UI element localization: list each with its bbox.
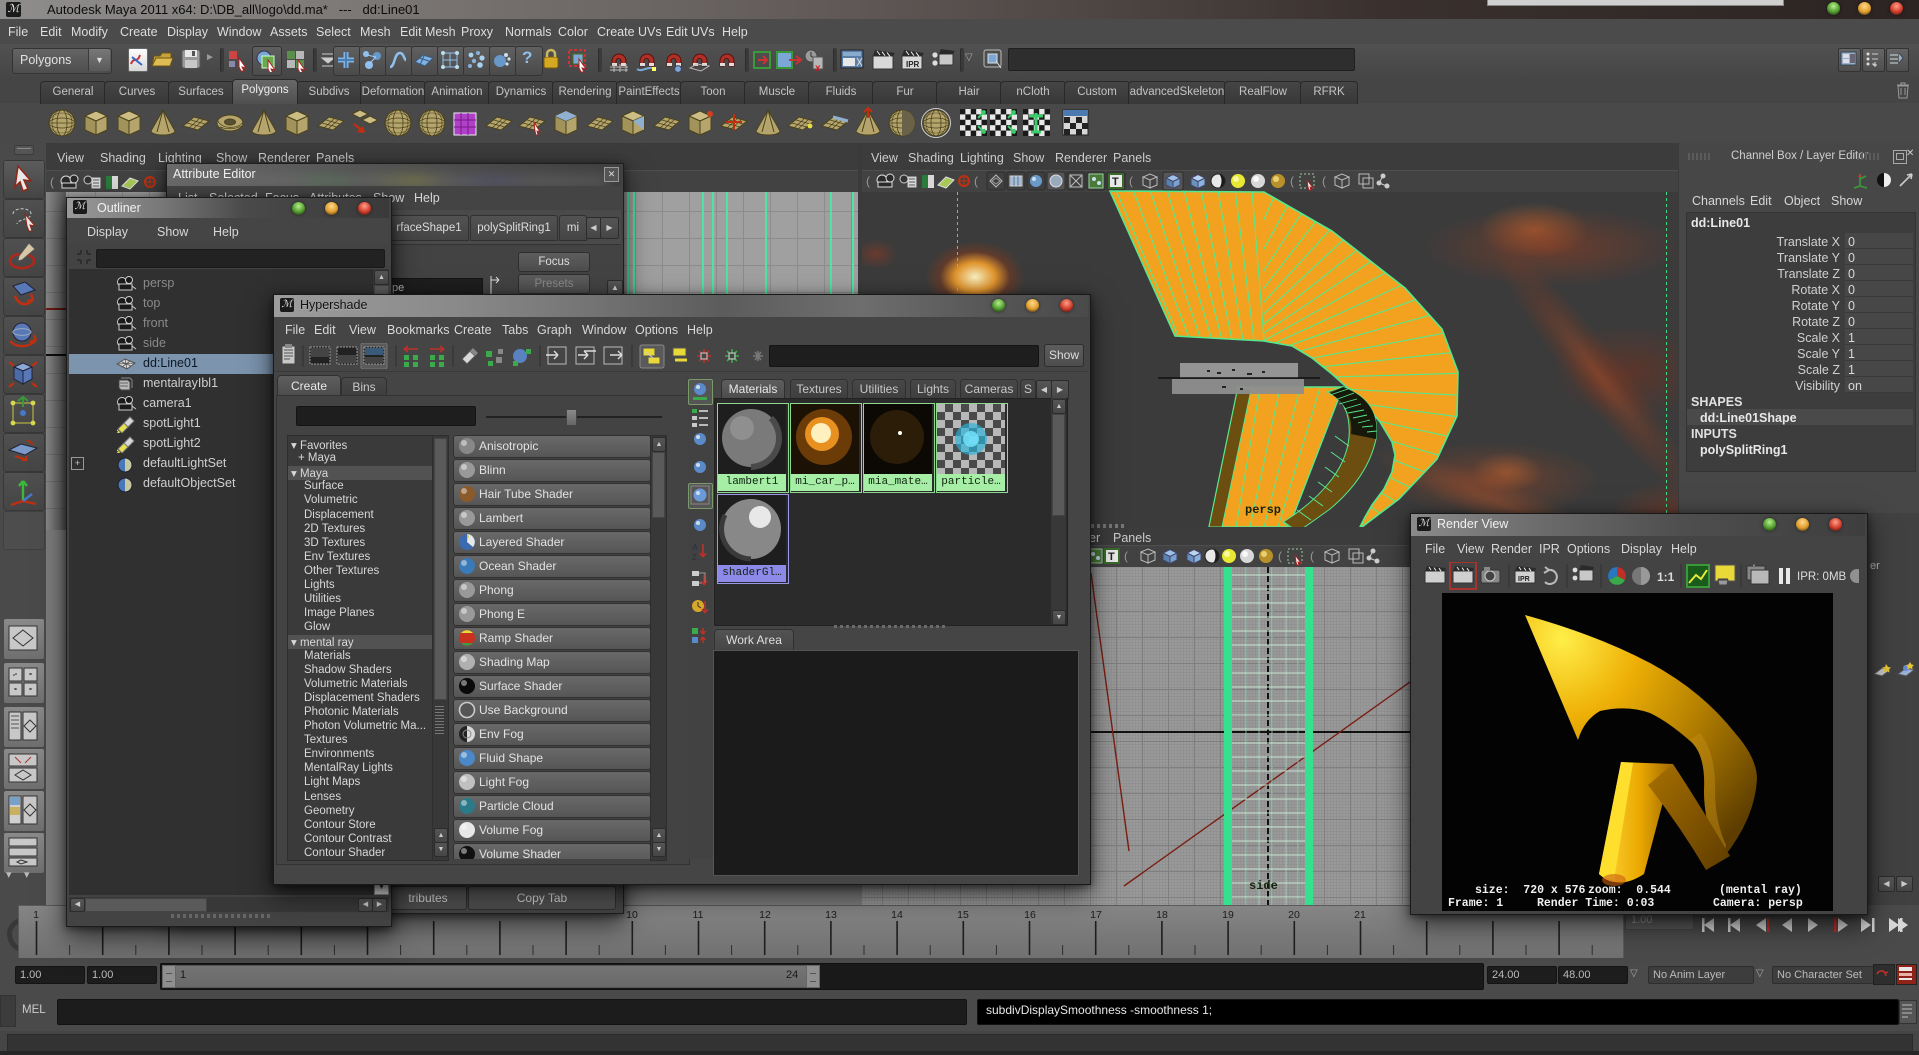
svg-text:(: ( [1278,549,1282,563]
svg-text:1: 1 [33,909,39,921]
svg-text:A: A [692,543,698,552]
svg-text:(: ( [1310,549,1314,563]
svg-text:12: 12 [759,909,771,921]
svg-text:19: 19 [1222,909,1234,921]
svg-text:15: 15 [957,909,969,921]
svg-text:IPR: IPR [1518,576,1530,583]
svg-text:14: 14 [891,909,903,921]
svg-text:x: x [815,63,821,73]
svg-text:(: ( [1124,549,1128,563]
svg-text:16: 16 [1024,909,1036,921]
svg-text:17: 17 [1090,909,1102,921]
svg-text:“: “ [1753,565,1755,571]
svg-text:20: 20 [1288,909,1300,921]
svg-text:18: 18 [1156,909,1168,921]
svg-text:Z: Z [692,553,697,562]
svg-text:IPR: 0MB: IPR: 0MB [1797,571,1847,583]
svg-text:13: 13 [825,909,837,921]
svg-text:11: 11 [693,909,704,921]
svg-text:10: 10 [626,909,638,921]
svg-text:1:1: 1:1 [1657,570,1675,584]
svg-text:IPR: IPR [906,60,920,69]
svg-text:21: 21 [1354,909,1366,921]
svg-text:(: ( [50,175,54,189]
svg-text:T: T [1108,551,1115,563]
